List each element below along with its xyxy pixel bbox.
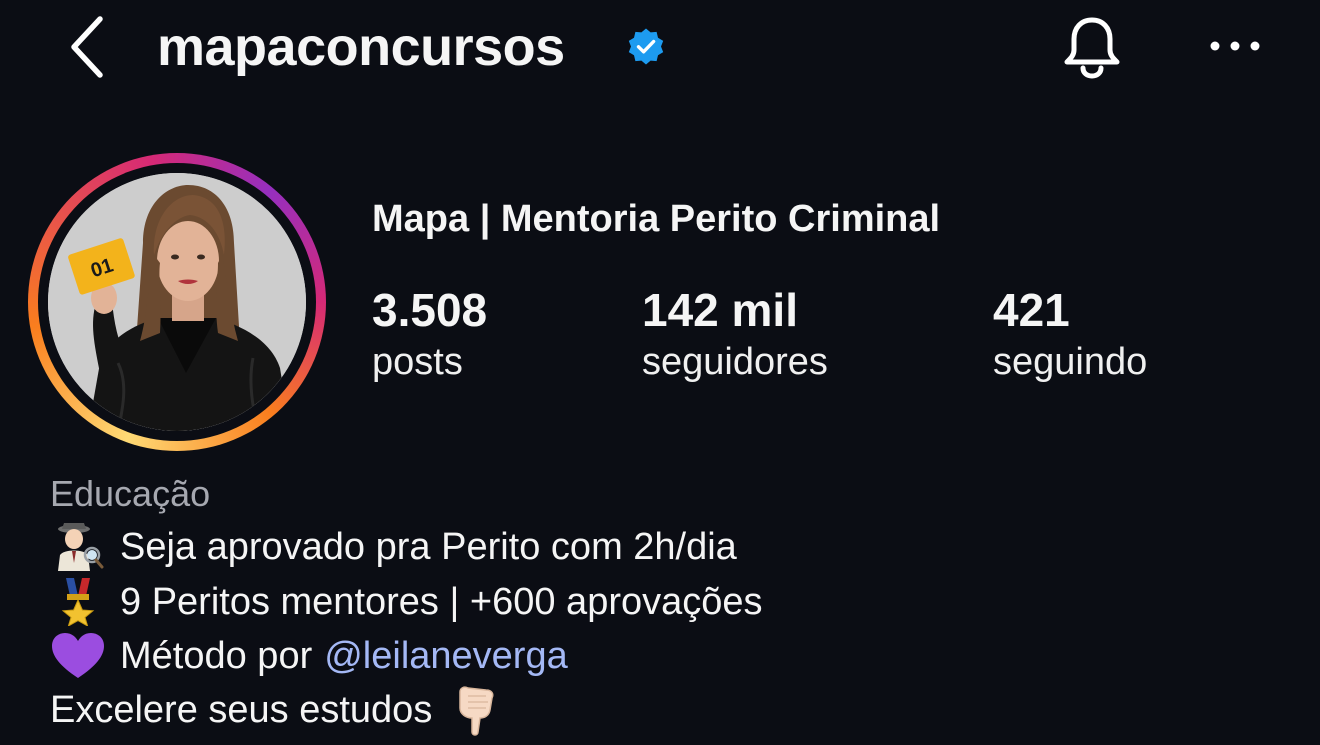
bio-line-text: Excelere seus estudos — [50, 689, 433, 731]
bio-line: Excelere seus estudos — [50, 683, 498, 737]
notifications-button[interactable] — [1058, 12, 1126, 82]
avatar: 01 — [48, 173, 306, 431]
following-count-value: 421 — [993, 284, 1070, 336]
chevron-left-icon — [71, 16, 103, 78]
more-horizontal-icon — [1210, 41, 1260, 51]
more-options-button[interactable] — [1205, 24, 1265, 68]
posts-count-label: posts — [372, 341, 463, 383]
purple-heart-emoji-icon — [52, 633, 104, 678]
bio-line-text: 9 Peritos mentores | +600 aprovações — [120, 581, 763, 623]
bio-line-text: Método por — [120, 635, 313, 677]
back-button[interactable] — [58, 14, 114, 80]
followers-count-label: seguidores — [642, 341, 828, 383]
bio-line-text: Seja aprovado pra Perito com 2h/dia — [120, 526, 737, 568]
posts-count-value: 3.508 — [372, 284, 488, 336]
military-medal-emoji-icon — [61, 578, 95, 626]
bio-mention-link[interactable]: @leilaneverga — [324, 629, 568, 683]
story-ring[interactable]: 01 — [28, 153, 326, 451]
profile-photo: 01 — [48, 173, 306, 431]
profile-category: Educação — [50, 473, 211, 514]
bell-icon — [1064, 17, 1120, 79]
following-count[interactable]: 421 seguindo — [993, 284, 1147, 388]
following-count-label: seguindo — [993, 341, 1148, 383]
followers-count-value: 142 mil — [642, 284, 798, 336]
profile-display-name: Mapa | Mentoria Perito Criminal — [372, 198, 941, 240]
bio-line: Método por @leilaneverga — [50, 629, 568, 683]
bio-line: Seja aprovado pra Perito com 2h/dia — [50, 520, 737, 574]
verified-badge-icon — [628, 28, 664, 65]
posts-count[interactable]: 3.508 posts — [372, 284, 487, 388]
pointing-down-emoji-icon — [459, 686, 494, 736]
bio-line: 9 Peritos mentores | +600 aprovações — [50, 575, 763, 629]
followers-count[interactable]: 142 mil seguidores — [642, 284, 828, 388]
profile-username: mapaconcursos — [157, 17, 565, 77]
detective-emoji-icon — [58, 523, 104, 571]
